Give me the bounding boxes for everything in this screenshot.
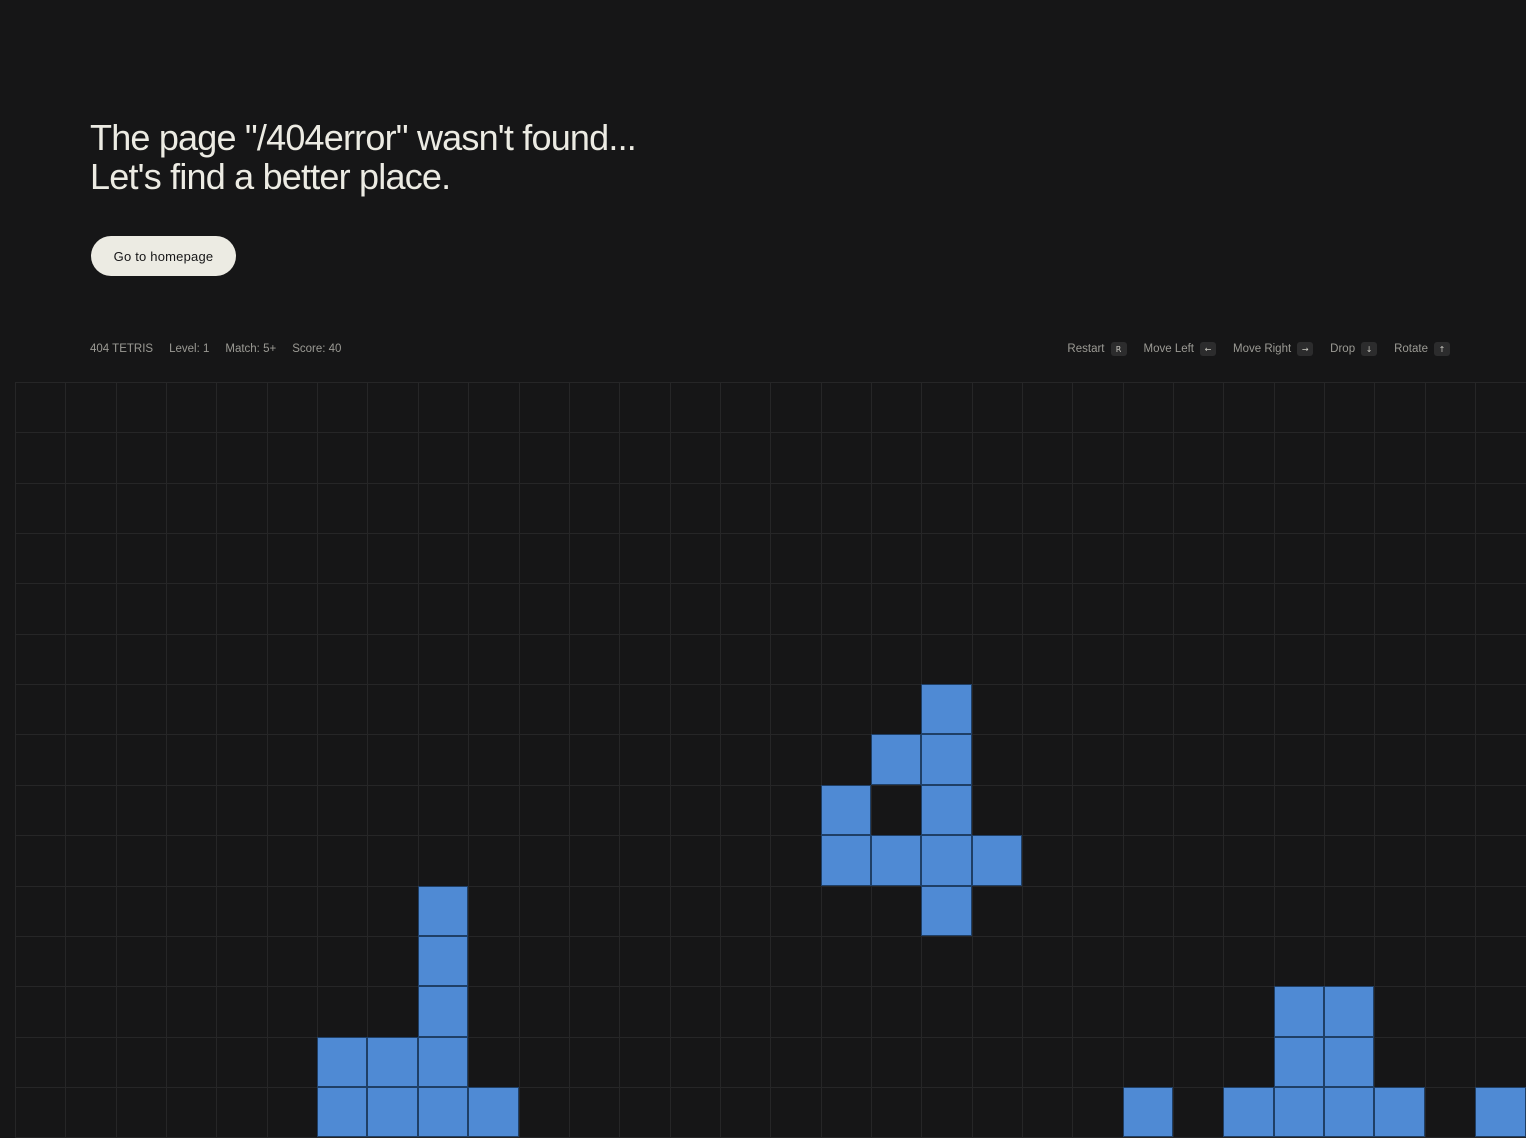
rotate-control[interactable]: Rotate ↑ (1394, 342, 1450, 356)
tetris-block (821, 785, 871, 835)
tetris-block (1324, 986, 1374, 1037)
tetris-block (1274, 1037, 1324, 1087)
game-status-bar: 404 TETRIS Level: 1 Match: 5+ Score: 40 (90, 340, 357, 358)
level-indicator: Level: 1 (169, 343, 210, 355)
game-controls: Restart R Move Left ← Move Right → Drop … (1050, 340, 1450, 358)
score-indicator: Score: 40 (292, 343, 342, 355)
go-to-homepage-button[interactable]: Go to homepage (91, 236, 236, 276)
move-left-label: Move Left (1143, 343, 1195, 355)
tetris-block (1123, 1087, 1173, 1137)
tetris-block (1274, 1087, 1324, 1137)
tetris-block (418, 986, 468, 1037)
tetris-block (972, 835, 1022, 886)
tetris-block (921, 734, 972, 785)
tetris-block (921, 886, 972, 936)
tetris-block (418, 1087, 468, 1137)
page-title: The page "/404error" wasn't found... Let… (90, 117, 637, 197)
tetris-block (418, 936, 468, 986)
arrow-right-key-icon: → (1297, 342, 1314, 356)
tetris-block (921, 785, 972, 835)
arrow-down-key-icon: ↓ (1361, 342, 1378, 356)
restart-control[interactable]: Restart R (1067, 342, 1127, 356)
move-right-label: Move Right (1233, 343, 1292, 355)
tetris-block (317, 1037, 367, 1087)
tetris-block (367, 1087, 418, 1137)
arrow-left-key-icon: ← (1200, 342, 1216, 356)
r-key-icon: R (1110, 342, 1127, 356)
game-name-label: 404 TETRIS (90, 343, 154, 355)
tetris-block (1274, 986, 1324, 1037)
tetris-block (418, 886, 468, 936)
restart-label: Restart (1067, 343, 1105, 355)
tetris-block (871, 835, 921, 886)
tetris-block (1374, 1087, 1425, 1137)
match-indicator: Match: 5+ (225, 343, 277, 355)
tetris-block (468, 1087, 519, 1137)
tetris-board[interactable] (15, 382, 1526, 1138)
tetris-block (367, 1037, 418, 1087)
headline-line-2: Let's find a better place. (90, 156, 451, 197)
tetris-block (1324, 1037, 1374, 1087)
move-right-control[interactable]: Move Right → (1233, 342, 1314, 356)
tetris-block (1475, 1087, 1526, 1137)
tetris-grid (15, 382, 1526, 1138)
tetris-block (921, 684, 972, 734)
tetris-block (821, 835, 871, 886)
drop-label: Drop (1330, 343, 1356, 355)
hero-section: The page "/404error" wasn't found... Let… (90, 117, 637, 197)
drop-control[interactable]: Drop ↓ (1330, 342, 1378, 356)
rotate-label: Rotate (1394, 343, 1428, 355)
tetris-block (1223, 1087, 1274, 1137)
tetris-block (1324, 1087, 1374, 1137)
headline-line-1: The page "/404error" wasn't found... (90, 117, 637, 158)
arrow-up-key-icon: ↑ (1434, 342, 1450, 356)
tetris-block (921, 835, 972, 886)
move-left-control[interactable]: Move Left ← (1143, 342, 1216, 356)
tetris-block (317, 1087, 367, 1137)
tetris-block (871, 734, 921, 785)
tetris-block (418, 1037, 468, 1087)
